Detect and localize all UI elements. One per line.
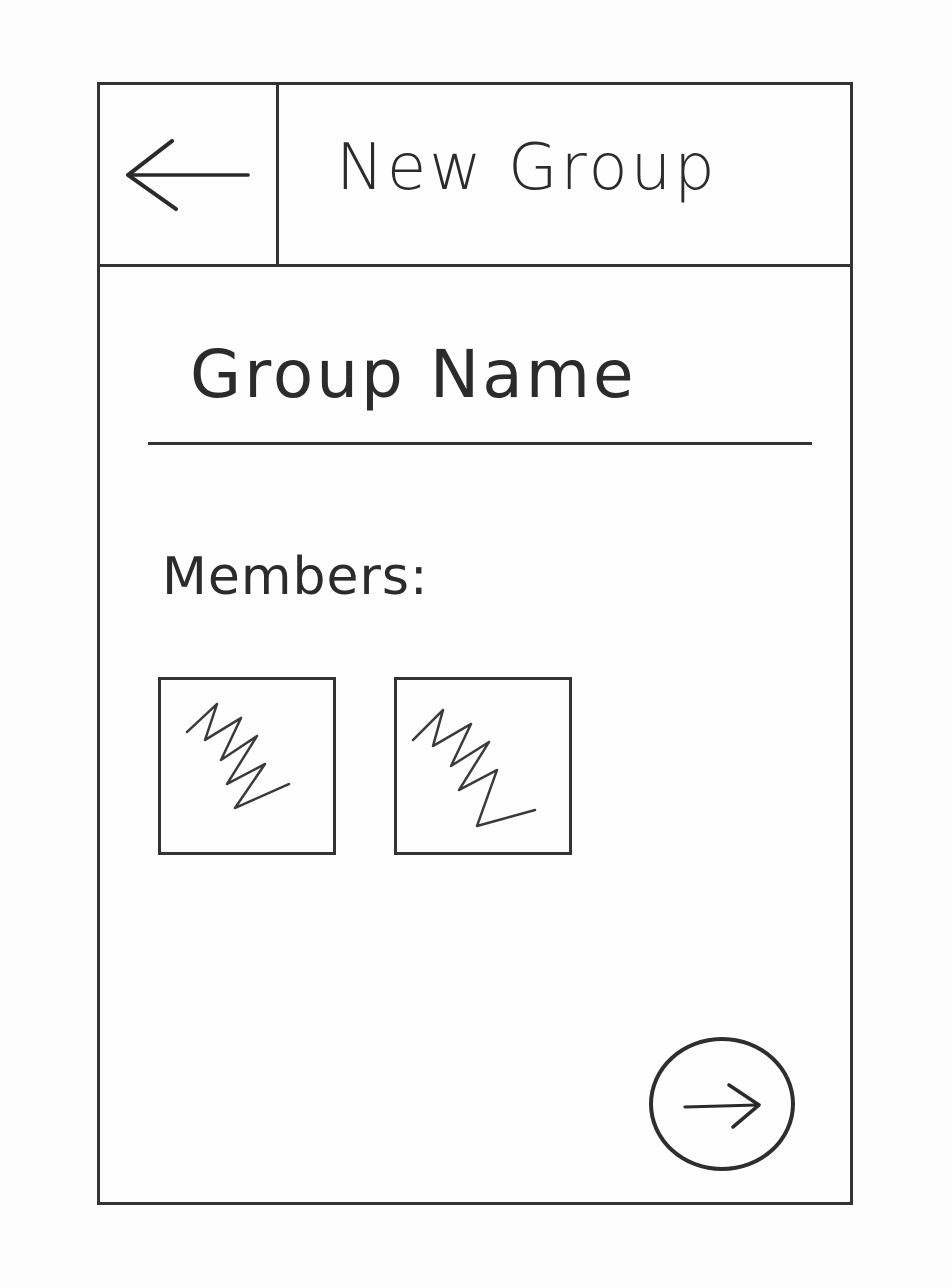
page-title: New Group [336, 131, 718, 205]
next-button[interactable] [649, 1037, 795, 1171]
scribble-placeholder-icon [411, 708, 537, 828]
back-button[interactable] [100, 85, 279, 264]
member-avatar[interactable] [158, 677, 336, 855]
members-label: Members: [162, 547, 429, 607]
arrow-right-icon [683, 1083, 761, 1129]
arrow-left-icon [126, 139, 250, 211]
group-name-input[interactable] [148, 317, 812, 445]
app-header: New Group [100, 85, 850, 267]
phone-frame: New Group Members: [97, 82, 853, 1205]
member-avatar[interactable] [394, 677, 572, 855]
scribble-placeholder-icon [185, 702, 291, 810]
